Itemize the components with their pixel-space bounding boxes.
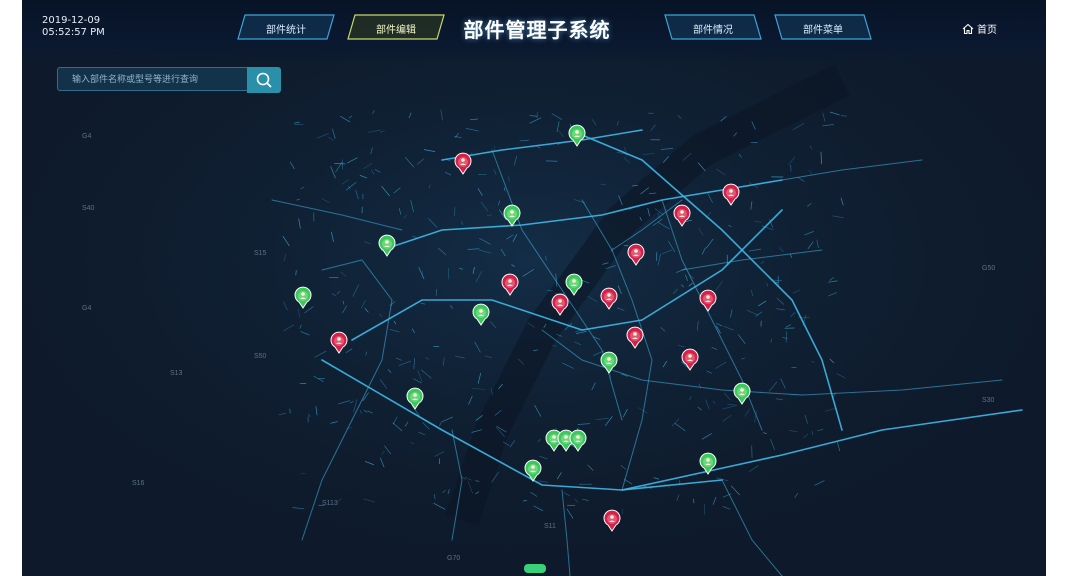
road-label: S13 bbox=[170, 370, 183, 377]
road-label: S11 bbox=[544, 523, 556, 530]
home-label: 首页 bbox=[977, 25, 997, 36]
road-label: S50 bbox=[254, 353, 267, 360]
road-label: S15 bbox=[254, 250, 267, 257]
tab-label: 部件编辑 bbox=[376, 25, 416, 36]
search-bar bbox=[57, 67, 281, 93]
tab-component-stats[interactable]: 部件统计 bbox=[237, 14, 335, 40]
road-label: G4 bbox=[82, 305, 91, 312]
road-label: G70 bbox=[447, 555, 460, 562]
page-title: 部件管理子系统 bbox=[463, 18, 611, 42]
road-label: G4 bbox=[82, 133, 91, 140]
tab-component-status[interactable]: 部件情况 bbox=[664, 14, 762, 40]
tab-label: 部件情况 bbox=[693, 25, 733, 36]
tab-label: 部件菜单 bbox=[803, 25, 843, 36]
road-label: G50 bbox=[982, 265, 995, 272]
tab-component-menu[interactable]: 部件菜单 bbox=[774, 14, 872, 40]
home-icon bbox=[962, 23, 974, 35]
search-input[interactable] bbox=[57, 67, 247, 91]
page-indicator[interactable] bbox=[524, 564, 546, 573]
road-label: S113 bbox=[322, 500, 338, 507]
road-label: S40 bbox=[82, 205, 95, 212]
time-text: 05:52:57 PM bbox=[42, 27, 105, 38]
tab-component-edit[interactable]: 部件编辑 bbox=[347, 14, 445, 40]
tab-label: 部件统计 bbox=[266, 25, 306, 36]
search-icon bbox=[256, 72, 272, 88]
datetime: 2019-12-09 05:52:57 PM bbox=[42, 15, 105, 39]
date-text: 2019-12-09 bbox=[42, 15, 101, 26]
road-label: S16 bbox=[132, 480, 145, 487]
app-frame: G4 S40 S15 G4 S50 S13 S113 S11 G70 S30 G50 S16 2019… bbox=[22, 0, 1046, 576]
search-button[interactable] bbox=[247, 67, 281, 93]
home-link[interactable]: 首页 bbox=[962, 21, 997, 36]
road-label: S30 bbox=[982, 397, 995, 404]
